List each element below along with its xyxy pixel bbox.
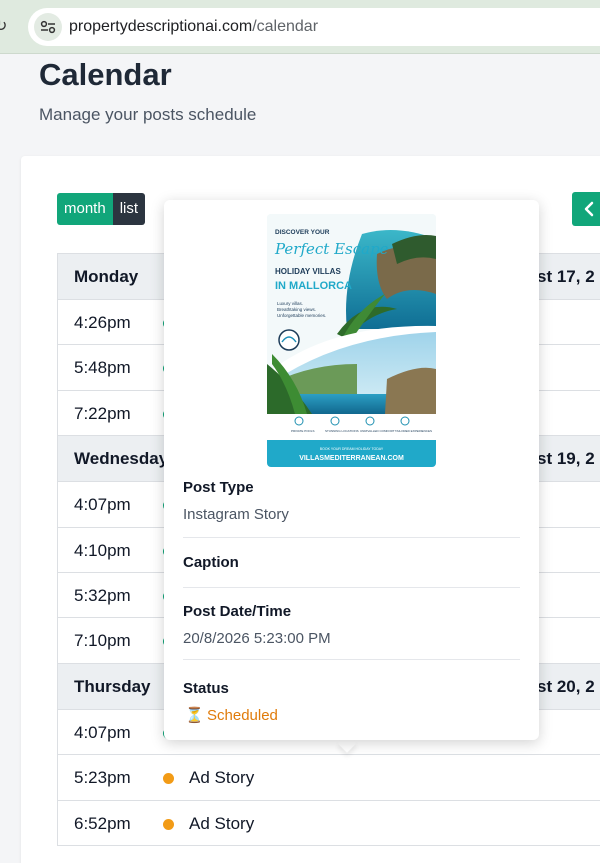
url-text: propertydescriptionai.com/calendar	[69, 18, 319, 35]
event-title: Ad Story	[189, 813, 255, 833]
poster-feature1: PRIVATE POOLS	[291, 429, 315, 433]
page-title: Calendar	[39, 57, 172, 92]
divider	[183, 587, 520, 588]
post-image: DISCOVER YOUR Perfect Escape HOLIDAY VIL…	[267, 214, 436, 467]
event-popover: DISCOVER YOUR Perfect Escape HOLIDAY VIL…	[164, 200, 539, 740]
event-time: 5:48pm	[74, 358, 131, 378]
event-dot	[163, 773, 174, 785]
event-time: 7:22pm	[74, 403, 131, 423]
poster-line1: DISCOVER YOUR	[275, 229, 330, 236]
poster-blurb1: Luxury villas.	[277, 301, 303, 306]
event-time: 4:07pm	[74, 722, 131, 742]
hourglass-icon: ⏳	[185, 707, 204, 724]
reload-icon[interactable]: ↻	[0, 16, 8, 35]
previous-button[interactable]	[572, 192, 600, 226]
poster-blurb3: Unforgettable memories.	[277, 313, 326, 318]
event-time: 5:32pm	[74, 585, 131, 605]
status-badge: ⏳ Scheduled	[185, 706, 278, 724]
view-toggle: month list	[57, 193, 146, 225]
post-date-label: Post Date/Time	[183, 603, 292, 620]
event-time: 6:52pm	[74, 813, 131, 833]
day-date: st 19, 2	[537, 449, 595, 469]
divider	[183, 537, 520, 538]
event-time: 7:10pm	[74, 631, 131, 651]
poster-website: VILLASMEDITERRANEAN.COM	[299, 455, 404, 462]
event-time: 4:07pm	[74, 495, 131, 515]
list-view-button[interactable]: list	[112, 193, 146, 225]
caption-label: Caption	[183, 554, 239, 571]
chevron-left-icon	[584, 201, 594, 217]
status-text: Scheduled	[207, 707, 278, 724]
status-label: Status	[183, 680, 229, 697]
event-dot	[163, 818, 174, 830]
poster-feature4: TAILORED EXPERIENCES	[395, 429, 432, 433]
poster-feature2: STUNNING LOCATIONS	[325, 429, 359, 433]
poster-line4: IN MALLORCA	[275, 280, 352, 292]
post-date-value: 20/8/2026 5:23:00 PM	[183, 630, 331, 647]
divider	[183, 659, 520, 660]
day-date: st 20, 2	[537, 676, 595, 696]
event-title: Ad Story	[189, 768, 255, 788]
page-subtitle: Manage your posts schedule	[39, 105, 257, 124]
post-type-label: Post Type	[183, 479, 254, 496]
post-type-value: Instagram Story	[183, 506, 289, 523]
address-bar[interactable]: propertydescriptionai.com/calendar	[28, 8, 600, 46]
browser-toolbar: ↻ propertydescriptionai.com/calendar	[0, 0, 600, 54]
site-settings-icon[interactable]	[34, 13, 62, 41]
event-time: 4:10pm	[74, 540, 131, 560]
day-name: Monday	[74, 267, 139, 286]
poster-line2: Perfect Escape	[274, 240, 389, 258]
day-date: st 17, 2	[537, 267, 595, 286]
poster-line3: HOLIDAY VILLAS	[275, 267, 341, 276]
event-time: 4:26pm	[74, 313, 131, 332]
day-name: Wednesday	[74, 449, 169, 469]
poster-feature3: UNRIVALLED COMFORT	[360, 429, 395, 433]
month-view-button[interactable]: month	[57, 193, 113, 225]
event-time: 5:23pm	[74, 768, 131, 788]
table-row[interactable]: 6:52pm Ad Story	[58, 800, 600, 846]
poster-cta: BOOK YOUR DREAM HOLIDAY TODAY	[320, 447, 384, 451]
poster-blurb2: Breathtaking views.	[277, 307, 316, 312]
day-name: Thursday	[74, 676, 151, 696]
table-row[interactable]: 5:23pm Ad Story	[58, 755, 600, 801]
